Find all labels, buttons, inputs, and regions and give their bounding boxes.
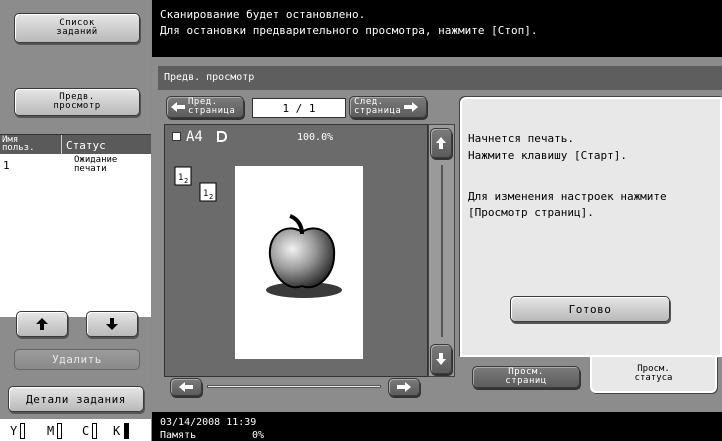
memory-value: 0% (252, 430, 265, 441)
preview-button[interactable]: Предв. просмотр (14, 88, 140, 116)
job-table-header: Имя польз. Статус (0, 135, 151, 154)
message-line-1: Сканирование будет остановлено. (160, 8, 366, 21)
job-details-button[interactable]: Детали задания (8, 386, 144, 412)
datetime: 03/14/2008 11:39 (160, 417, 257, 428)
next-page-button[interactable]: След. страница (349, 96, 427, 118)
paper-size-label: A4 (172, 129, 228, 145)
preview-scroll-right-button[interactable] (388, 378, 420, 396)
toner-label-c: C (82, 424, 90, 438)
toner-label-m: M (47, 424, 55, 438)
job-table: Имя польз. Статус 1 Ожидание печати (0, 134, 151, 317)
job-status: Ожидание печати (74, 155, 118, 174)
arrow-down-icon (436, 353, 446, 365)
toner-bar-y (20, 423, 25, 439)
arrow-up-icon (436, 137, 446, 149)
arrow-right-icon (404, 102, 419, 112)
column-status: Статус (66, 139, 106, 152)
info-line-4: [Просмотр страниц]. (468, 206, 594, 219)
page-title-bar: Предв. просмотр (158, 66, 722, 90)
delete-button[interactable]: Удалить (14, 349, 140, 370)
toner-bar-m (57, 423, 62, 439)
toner-indicator: Y M C K (0, 419, 151, 441)
horizontal-scroll-track[interactable] (207, 385, 381, 388)
arrow-right-icon (397, 382, 411, 392)
arrow-up-icon (36, 318, 48, 330)
svg-text:2: 2 (209, 193, 213, 201)
toner-label-y: Y (10, 424, 18, 438)
job-list-button[interactable]: Список заданий (14, 13, 140, 43)
info-line-2: Нажмите клавишу [Старт]. (468, 149, 627, 162)
vertical-scroll-track[interactable] (441, 165, 443, 337)
info-line-1: Начнется печать. (468, 132, 574, 145)
preview-scroll-up-button[interactable] (430, 128, 452, 158)
tab-view-pages[interactable]: Просм. страниц (472, 366, 580, 388)
svg-text:1: 1 (203, 189, 208, 199)
page-title: Предв. просмотр (164, 72, 255, 83)
prev-page-button[interactable]: Пред. страница (166, 96, 244, 118)
memory-label: Память (160, 430, 197, 441)
collate-icon: 1 2 1 2 (174, 166, 218, 204)
message-area: Сканирование будет остановлено. Для оста… (152, 0, 722, 57)
zoom-label: 100.0% (297, 132, 334, 143)
status-bar: 03/14/2008 11:39 Память 0% (152, 412, 722, 441)
preview-scroll-down-button[interactable] (430, 344, 452, 374)
arrow-down-icon (106, 318, 118, 330)
prev-page-label: Пред. страница (188, 97, 236, 116)
orientation-icon (217, 131, 228, 142)
toner-bar-k (124, 423, 129, 439)
apple-icon (256, 212, 348, 300)
scroll-down-button[interactable] (86, 311, 138, 337)
next-page-label: След. страница (354, 97, 402, 116)
tab-view-status[interactable]: Просм. статуса (590, 357, 717, 393)
toner-bar-c (92, 423, 97, 439)
arrow-left-icon (171, 102, 185, 112)
ok-button[interactable]: Готово (510, 296, 670, 322)
column-user: Имя польз. (2, 135, 35, 153)
svg-text:1: 1 (178, 173, 183, 183)
toner-label-k: K (113, 424, 121, 438)
arrow-left-icon (179, 382, 193, 392)
info-line-3: Для изменения настроек нажмите (468, 190, 667, 203)
page-indicator: 1 / 1 (252, 98, 346, 118)
svg-text:2: 2 (184, 177, 188, 185)
message-line-2: Для остановки предварительного просмотра… (160, 24, 538, 37)
scroll-up-button[interactable] (16, 311, 68, 337)
preview-scroll-left-button[interactable] (170, 378, 202, 396)
job-user: 1 (3, 159, 10, 172)
table-row[interactable]: 1 Ожидание печати (0, 154, 151, 178)
